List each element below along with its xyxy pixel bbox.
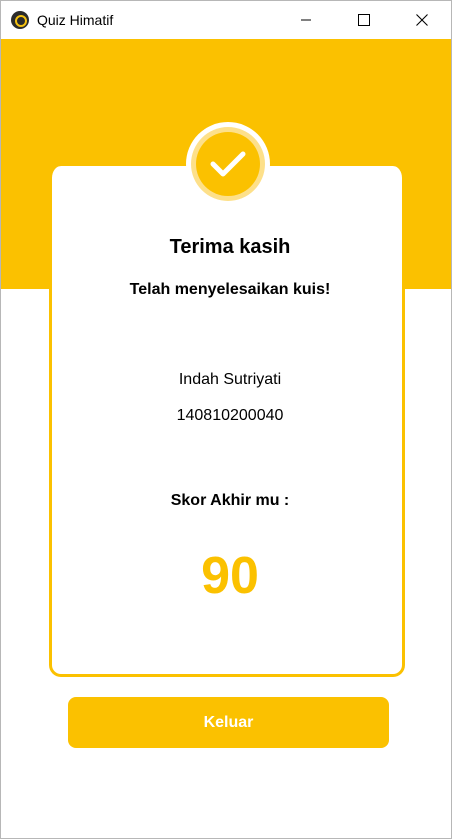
window-title: Quiz Himatif <box>37 12 114 28</box>
result-subheading: Telah menyelesaikan kuis! <box>129 281 331 298</box>
result-card: Terima kasih Telah menyelesaikan kuis! I… <box>49 166 405 677</box>
window-controls <box>277 1 451 39</box>
result-heading: Terima kasih <box>169 236 291 258</box>
minimize-icon <box>301 19 311 21</box>
participant-name: Indah Sutriyati <box>178 371 282 388</box>
success-badge-inner <box>196 132 260 196</box>
minimize-button[interactable] <box>277 1 335 39</box>
checkmark-icon <box>210 151 246 177</box>
maximize-button[interactable] <box>335 1 393 39</box>
exit-button[interactable]: Keluar <box>68 697 389 748</box>
maximize-icon <box>358 14 370 26</box>
title-bar[interactable]: Quiz Himatif <box>1 1 451 39</box>
close-button[interactable] <box>393 1 451 39</box>
participant-id: 140810200040 <box>176 407 284 424</box>
success-badge-outer <box>191 127 265 201</box>
app-window: Quiz Himatif Terima kasih Telah menyeles… <box>0 0 452 839</box>
score-label: Skor Akhir mu : <box>170 492 290 509</box>
app-logo-icon <box>11 11 29 29</box>
score-value: 90 <box>201 547 259 605</box>
success-badge <box>186 122 270 206</box>
close-icon <box>416 14 428 26</box>
